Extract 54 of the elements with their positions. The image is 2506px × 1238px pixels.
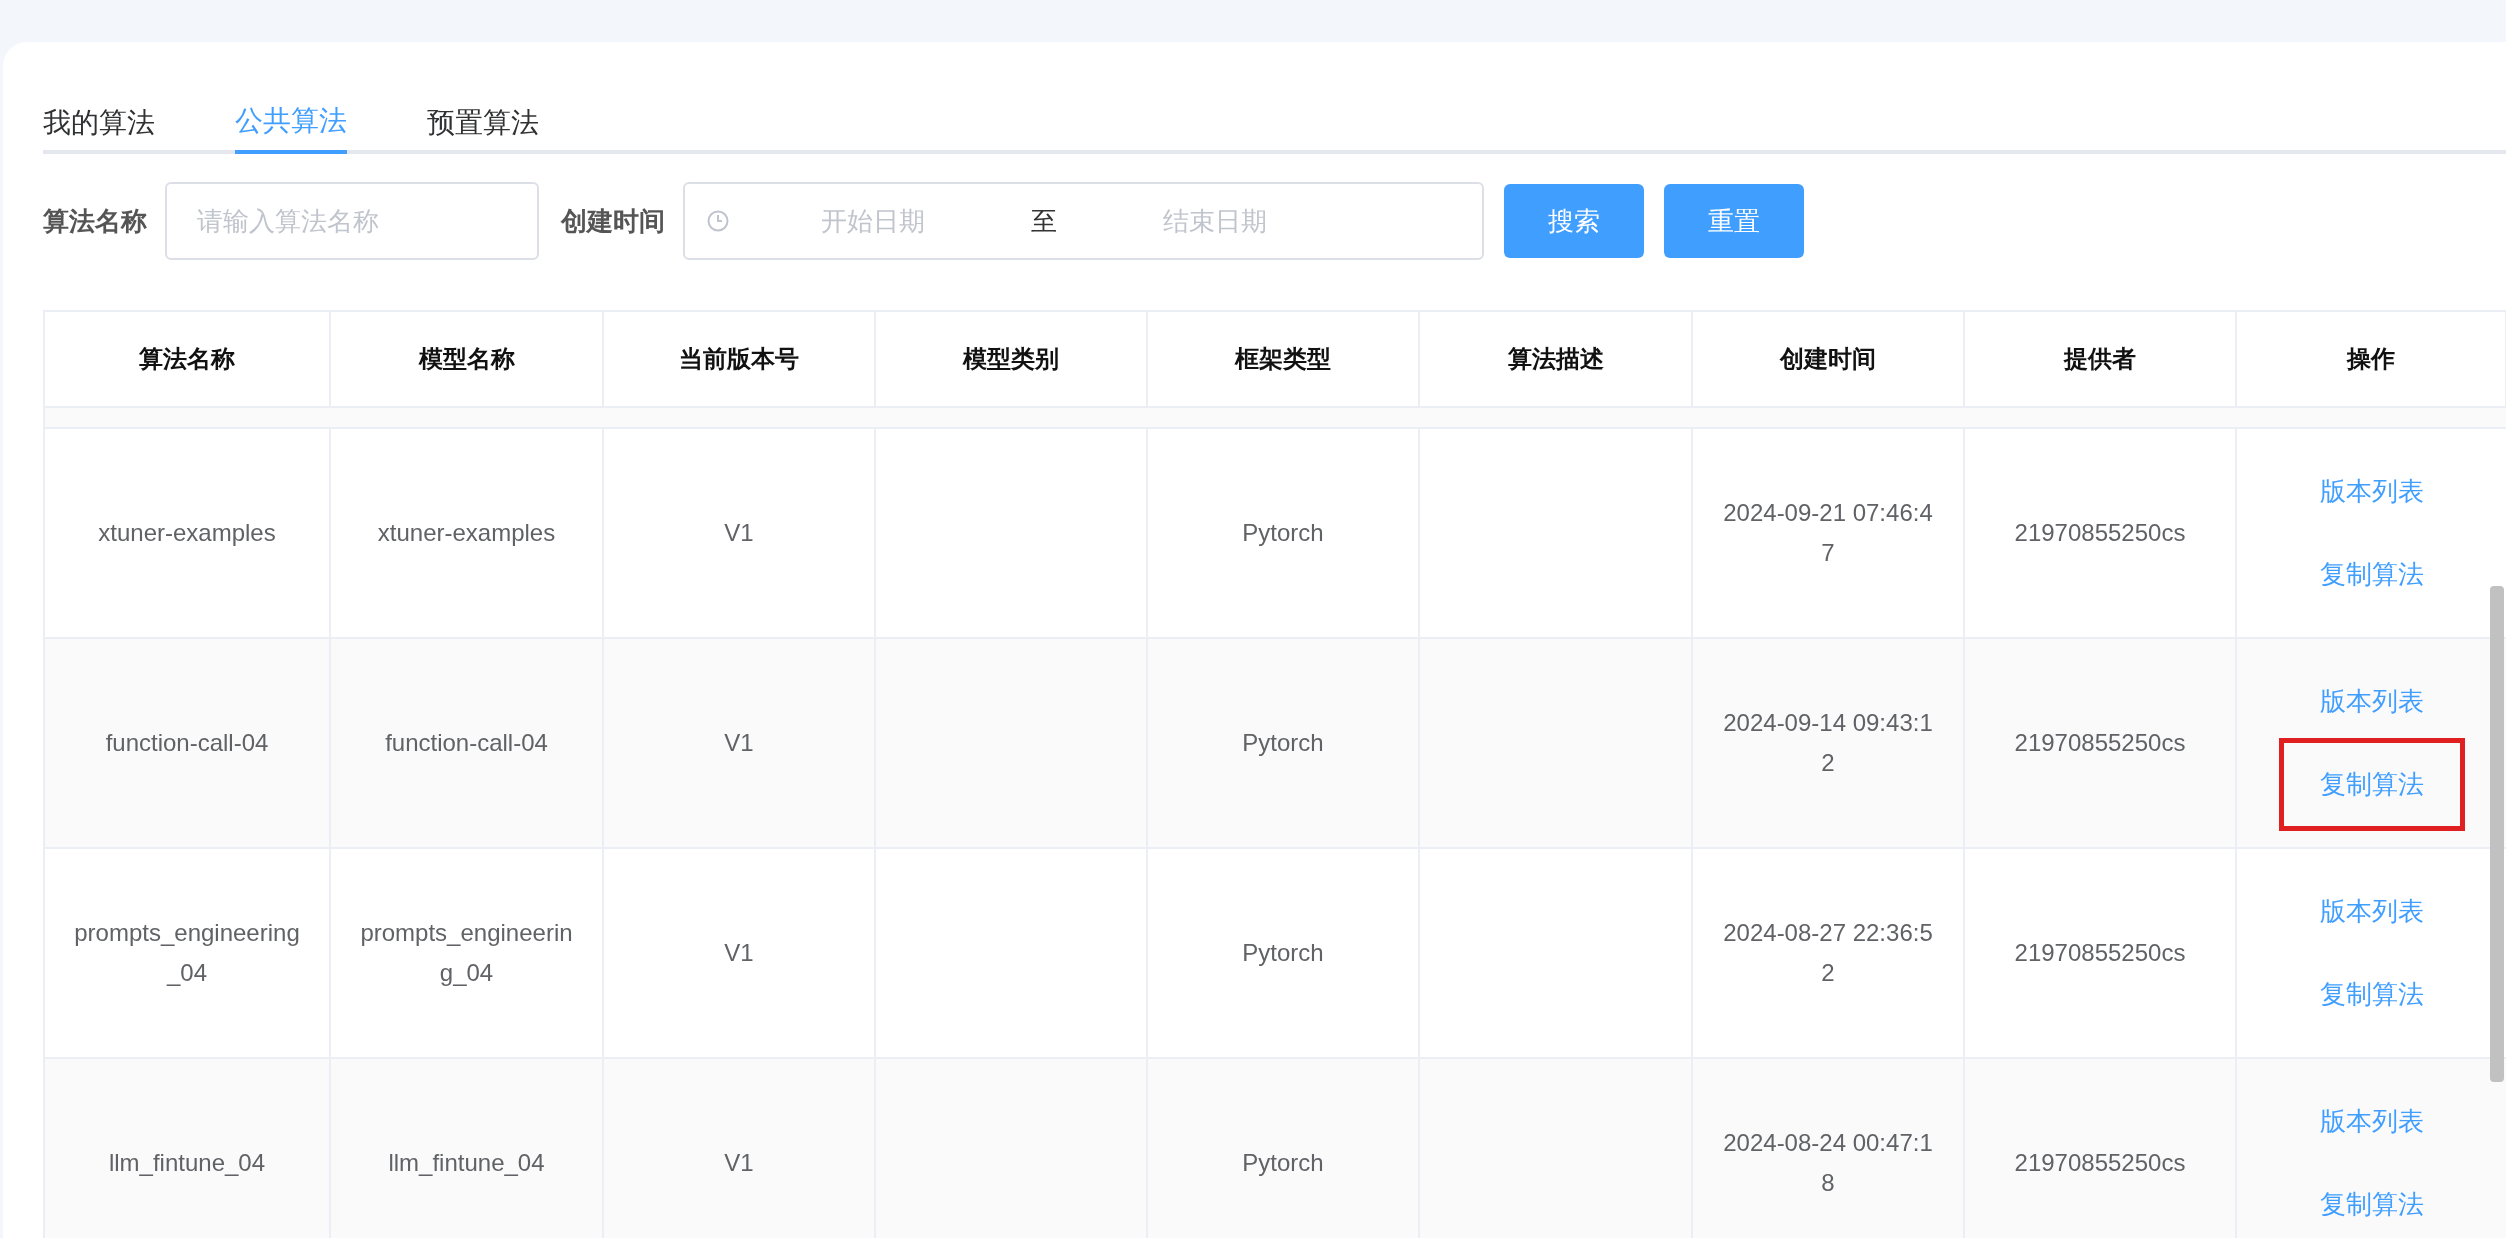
table-cell-text: function-call-04 bbox=[105, 728, 269, 758]
column-header: 操作 bbox=[2237, 312, 2506, 406]
table-cell-text: 2024-08-27 22:36:52 bbox=[1722, 918, 1934, 988]
tab[interactable]: 我的算法 bbox=[43, 92, 155, 154]
date-range-field[interactable]: 开始日期 至 结束日期 bbox=[683, 182, 1484, 260]
version-list-link[interactable]: 版本列表 bbox=[2315, 1097, 2429, 1146]
table-cell-text: 21970855250cs bbox=[2014, 518, 2186, 548]
filter-label: 算法名称 bbox=[43, 204, 147, 238]
table-cell-text: llm_fintune_04 bbox=[108, 1148, 266, 1178]
table-cell-text: prompts_engineering_04 bbox=[73, 918, 301, 988]
filter-label: 创建时间 bbox=[561, 204, 665, 238]
search-button[interactable]: 搜索 bbox=[1504, 184, 1644, 258]
copy-algorithm-link[interactable]: 复制算法 bbox=[2315, 1180, 2429, 1229]
table-cell-text: prompts_engineering_04 bbox=[359, 918, 574, 988]
column-header: 当前版本号 bbox=[604, 312, 876, 406]
column-header: 模型名称 bbox=[331, 312, 604, 406]
range-separator: 至 bbox=[1031, 204, 1057, 238]
column-header: 框架类型 bbox=[1148, 312, 1420, 406]
table-cell-text: Pytorch bbox=[1242, 518, 1324, 548]
table-cell-text: 21970855250cs bbox=[2014, 728, 2186, 758]
table-cell-text: xtuner-examples bbox=[377, 518, 556, 548]
table-cell-text: function-call-04 bbox=[385, 728, 548, 758]
table-cell-text: xtuner-examples bbox=[98, 518, 276, 548]
table-cell-text: 2024-09-14 09:43:12 bbox=[1722, 708, 1934, 778]
clock-icon bbox=[707, 210, 729, 232]
column-header: 算法名称 bbox=[45, 312, 331, 406]
table-cell-text: V1 bbox=[724, 938, 754, 968]
tab[interactable]: 预置算法 bbox=[427, 92, 539, 154]
version-list-link[interactable]: 版本列表 bbox=[2315, 677, 2429, 726]
version-list-link[interactable]: 版本列表 bbox=[2315, 467, 2429, 516]
table-cell-text: V1 bbox=[724, 518, 754, 548]
copy-algorithm-link[interactable]: 复制算法 bbox=[2279, 738, 2465, 831]
tab[interactable]: 公共算法 bbox=[235, 92, 347, 154]
table-cell-text: 21970855250cs bbox=[2014, 1148, 2186, 1178]
start-date-placeholder: 开始日期 bbox=[821, 204, 925, 238]
column-header: 提供者 bbox=[1965, 312, 2237, 406]
table-cell-text: 2024-09-21 07:46:47 bbox=[1722, 498, 1934, 568]
version-list-link[interactable]: 版本列表 bbox=[2315, 887, 2429, 936]
table-cell-text: Pytorch bbox=[1242, 728, 1324, 758]
table-cell-text: V1 bbox=[724, 1148, 754, 1178]
column-header: 创建时间 bbox=[1693, 312, 1965, 406]
table-cell-text: Pytorch bbox=[1242, 1148, 1324, 1178]
copy-algorithm-link[interactable]: 复制算法 bbox=[2315, 550, 2429, 599]
column-header: 算法描述 bbox=[1420, 312, 1693, 406]
table-cell-text: 21970855250cs bbox=[2014, 938, 2186, 968]
end-date-placeholder: 结束日期 bbox=[1163, 204, 1267, 238]
table-cell-text: V1 bbox=[724, 728, 754, 758]
name-input-field[interactable]: 请输入算法名称 bbox=[165, 182, 539, 260]
table-cell-text: llm_fintune_04 bbox=[388, 1148, 545, 1178]
table-cell-text: 2024-08-24 00:47:18 bbox=[1722, 1128, 1934, 1198]
copy-algorithm-link[interactable]: 复制算法 bbox=[2315, 970, 2429, 1019]
reset-button[interactable]: 重置 bbox=[1664, 184, 1804, 258]
column-header: 模型类别 bbox=[876, 312, 1148, 406]
table-cell-text: Pytorch bbox=[1242, 938, 1324, 968]
